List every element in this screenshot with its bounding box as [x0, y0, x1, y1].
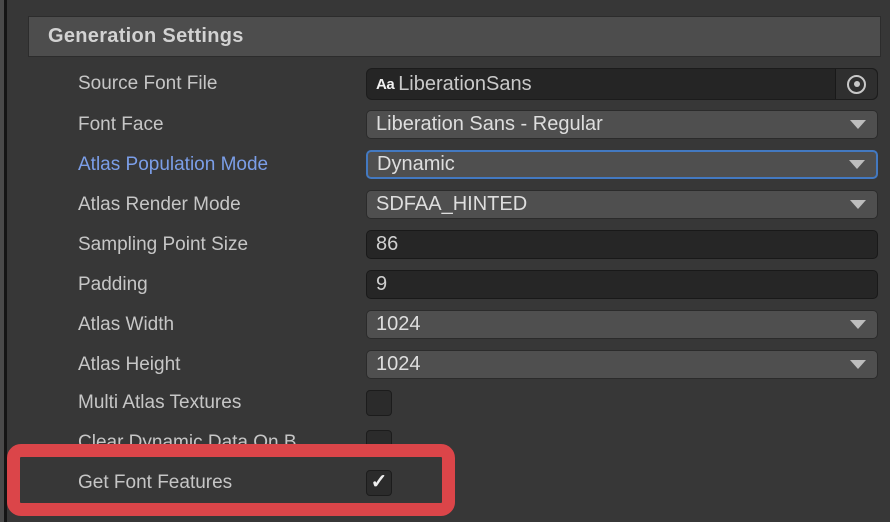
section-title: Generation Settings	[48, 25, 244, 48]
chevron-down-icon	[850, 200, 866, 209]
object-picker-icon	[847, 75, 866, 94]
chevron-down-icon	[850, 120, 866, 129]
font-face-dropdown[interactable]: Liberation Sans - Regular	[366, 110, 878, 139]
atlas-height-value: 1024	[376, 353, 850, 376]
chevron-down-icon	[850, 320, 866, 329]
atlas-width-label: Atlas Width	[78, 314, 366, 336]
source-font-file-label: Source Font File	[78, 73, 366, 95]
padding-input[interactable]	[366, 270, 878, 299]
atlas-height-label: Atlas Height	[78, 354, 366, 376]
generation-settings-header[interactable]: Generation Settings	[28, 16, 881, 57]
row-atlas-width: Atlas Width 1024	[78, 310, 878, 339]
panel-left-divider	[4, 0, 7, 522]
clear-dynamic-data-checkbox[interactable]	[366, 430, 392, 456]
atlas-render-mode-value: SDFAA_HINTED	[376, 193, 850, 216]
row-source-font-file: Source Font File Aa LiberationSans	[78, 68, 878, 100]
atlas-population-mode-value: Dynamic	[377, 153, 849, 176]
row-font-face: Font Face Liberation Sans - Regular	[78, 110, 878, 139]
source-font-file-value: LiberationSans	[398, 73, 835, 96]
atlas-render-mode-dropdown[interactable]: SDFAA_HINTED	[366, 190, 878, 219]
row-multi-atlas-textures: Multi Atlas Textures	[78, 390, 878, 416]
multi-atlas-textures-label: Multi Atlas Textures	[78, 392, 366, 414]
atlas-height-dropdown[interactable]: 1024	[366, 350, 878, 379]
sampling-point-size-label: Sampling Point Size	[78, 234, 366, 256]
padding-label: Padding	[78, 274, 366, 296]
row-get-font-features: Get Font Features ✓	[78, 470, 878, 496]
atlas-width-value: 1024	[376, 313, 850, 336]
checkmark-icon: ✓	[371, 472, 388, 492]
atlas-render-mode-label: Atlas Render Mode	[78, 194, 366, 216]
atlas-width-dropdown[interactable]: 1024	[366, 310, 878, 339]
row-sampling-point-size: Sampling Point Size	[78, 230, 878, 259]
font-face-label: Font Face	[78, 114, 366, 136]
row-clear-dynamic-data: Clear Dynamic Data On B	[78, 430, 878, 456]
sampling-point-size-input[interactable]	[366, 230, 878, 259]
row-atlas-render-mode: Atlas Render Mode SDFAA_HINTED	[78, 190, 878, 219]
row-padding: Padding	[78, 270, 878, 299]
multi-atlas-textures-checkbox[interactable]	[366, 390, 392, 416]
source-font-file-object-field[interactable]: Aa LiberationSans	[366, 68, 878, 100]
font-face-value: Liberation Sans - Regular	[376, 113, 850, 136]
get-font-features-checkbox[interactable]: ✓	[366, 470, 392, 496]
row-atlas-population-mode: Atlas Population Mode Dynamic	[78, 150, 878, 179]
atlas-population-mode-dropdown[interactable]: Dynamic	[366, 150, 878, 179]
row-atlas-height: Atlas Height 1024	[78, 350, 878, 379]
chevron-down-icon	[850, 360, 866, 369]
atlas-population-mode-label: Atlas Population Mode	[78, 154, 366, 176]
chevron-down-icon	[849, 160, 865, 169]
font-asset-icon: Aa	[376, 76, 394, 93]
get-font-features-label: Get Font Features	[78, 472, 366, 494]
object-picker-button[interactable]	[835, 69, 877, 99]
clear-dynamic-data-label: Clear Dynamic Data On B	[78, 432, 366, 454]
